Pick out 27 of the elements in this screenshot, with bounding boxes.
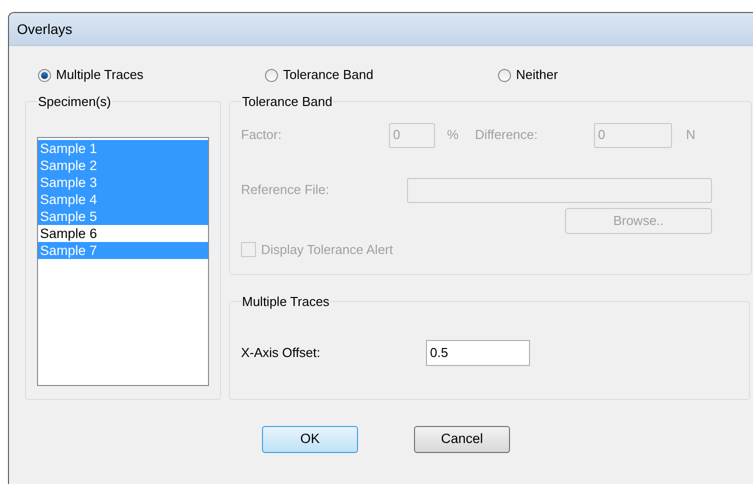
difference-label: Difference: <box>475 126 539 144</box>
list-item[interactable]: Sample 7 <box>38 242 208 258</box>
list-item[interactable]: Sample 1 <box>38 140 208 156</box>
x-axis-offset-label: X-Axis Offset: <box>241 344 322 362</box>
group-title: Specimen(s) <box>37 93 112 111</box>
list-item[interactable]: Sample 6 <box>38 224 208 242</box>
radio-label[interactable]: Neither <box>516 65 558 85</box>
unit-label: % <box>447 126 460 144</box>
radio-label[interactable]: Tolerance Band <box>283 65 374 85</box>
x-axis-offset-field[interactable]: 0.5 <box>426 340 530 366</box>
list-item[interactable]: Sample 5 <box>38 208 208 224</box>
list-item[interactable]: Sample 2 <box>38 156 208 174</box>
radio-button[interactable] <box>38 68 51 82</box>
factor-label: Factor: <box>241 126 282 144</box>
radio-button[interactable] <box>265 68 278 82</box>
group-title: Tolerance Band <box>241 93 334 111</box>
dialog-button[interactable]: Cancel <box>414 426 510 453</box>
reference-file-label: Reference File: <box>241 181 330 200</box>
list-item[interactable]: Sample 4 <box>38 190 208 208</box>
list-item[interactable]: Sample 3 <box>38 174 208 190</box>
radio-label[interactable]: Multiple Traces <box>56 65 144 85</box>
unit-label: N <box>686 126 696 144</box>
dialog-button[interactable]: OK <box>262 426 358 453</box>
radio-button[interactable] <box>498 68 511 82</box>
window-title: Overlays <box>17 20 72 39</box>
group-title: Multiple Traces <box>241 293 330 311</box>
specimen-list[interactable]: Sample 1 Sample 2 Sample 3 Sample 4 Sample 5 Sample 6 Sample 7 <box>37 136 209 386</box>
